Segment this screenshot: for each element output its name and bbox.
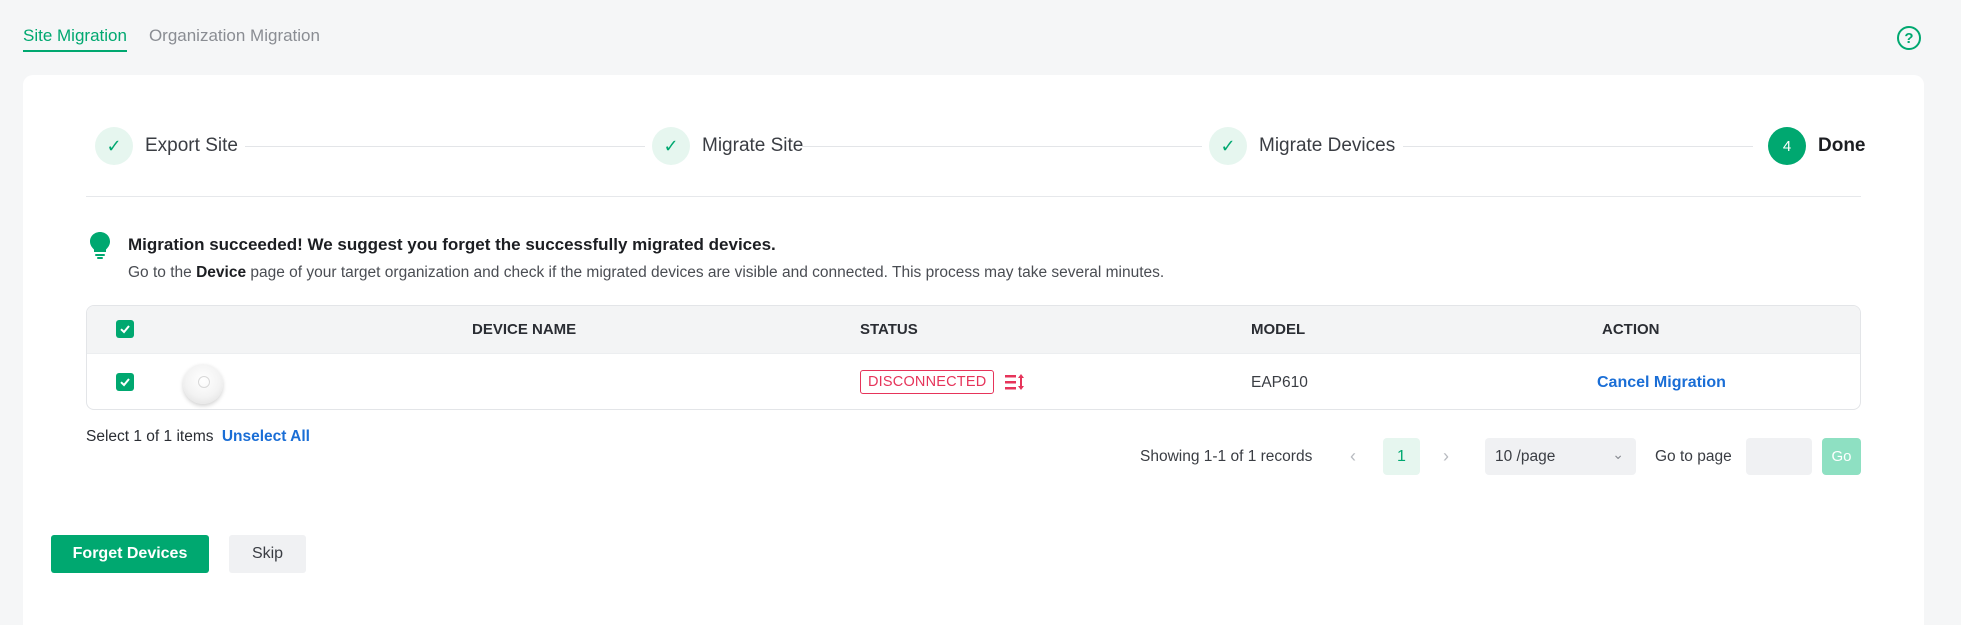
table-row: DISCONNECTED EAP610 Cancel Migration — [87, 353, 1860, 409]
unselect-all-link[interactable]: Unselect All — [222, 428, 310, 445]
device-page-ref: Device — [196, 264, 247, 281]
device-model: EAP610 — [1251, 374, 1308, 391]
chevron-left-icon[interactable]: ‹ — [1350, 446, 1356, 467]
divider — [86, 196, 1861, 197]
page-size-select[interactable]: 10 /page ⌄ — [1485, 438, 1636, 475]
step-label: Migrate Devices — [1259, 135, 1396, 156]
step-label: Done — [1818, 135, 1866, 156]
device-image — [183, 364, 223, 404]
status-badge: DISCONNECTED — [860, 370, 995, 394]
step-label: Migrate Site — [702, 135, 804, 156]
step-number: 4 — [1768, 127, 1806, 165]
chevron-right-icon[interactable]: › — [1443, 446, 1449, 467]
row-checkbox[interactable] — [116, 373, 134, 391]
goto-page-input[interactable] — [1746, 438, 1812, 475]
page-size-value: 10 /page — [1495, 447, 1556, 465]
step-migrate-site: ✓ Migrate Site — [652, 126, 803, 166]
tab-site-migration[interactable]: Site Migration — [23, 26, 127, 52]
step-export-site: ✓ Export Site — [95, 126, 238, 166]
step-connector — [1403, 146, 1753, 147]
devices-table: DEVICE NAME STATUS MODEL ACTION DISCONNE… — [86, 305, 1861, 410]
sort-icon[interactable] — [1004, 372, 1026, 392]
check-icon: ✓ — [652, 127, 690, 165]
migration-tabs: Site Migration Organization Migration — [23, 26, 320, 52]
help-icon[interactable]: ? — [1897, 26, 1921, 50]
column-model: MODEL — [1251, 321, 1306, 338]
cancel-migration-link[interactable]: Cancel Migration — [1597, 374, 1726, 392]
tab-organization-migration[interactable]: Organization Migration — [149, 26, 320, 52]
migration-stepper: ✓ Export Site ✓ Migrate Site ✓ Migrate D… — [95, 126, 1866, 166]
lightbulb-icon — [90, 232, 110, 259]
selection-info: Select 1 of 1 items Unselect All — [86, 428, 310, 446]
select-all-checkbox[interactable] — [116, 320, 134, 338]
step-done: 4 Done — [1768, 126, 1866, 166]
step-connector — [802, 146, 1202, 147]
step-label: Export Site — [145, 135, 238, 156]
column-device-name: DEVICE NAME — [472, 321, 577, 338]
selection-count: Select 1 of 1 items — [86, 428, 214, 445]
page-number[interactable]: 1 — [1383, 438, 1420, 475]
column-status: STATUS — [860, 321, 918, 338]
success-message-subtitle: Go to the Device page of your target org… — [128, 264, 1164, 282]
go-button[interactable]: Go — [1822, 438, 1861, 475]
subtitle-text: page of your target organization and che… — [246, 264, 1165, 281]
check-icon: ✓ — [95, 127, 133, 165]
chevron-down-icon: ⌄ — [1612, 446, 1624, 462]
skip-button[interactable]: Skip — [229, 535, 306, 573]
records-summary: Showing 1-1 of 1 records — [1140, 448, 1313, 465]
column-action: ACTION — [1602, 321, 1660, 338]
table-header: DEVICE NAME STATUS MODEL ACTION — [87, 306, 1860, 353]
step-migrate-devices: ✓ Migrate Devices — [1209, 126, 1395, 166]
step-connector — [245, 146, 645, 147]
success-message-title: Migration succeeded! We suggest you forg… — [128, 235, 776, 254]
subtitle-text: Go to the — [128, 264, 197, 281]
check-icon: ✓ — [1209, 127, 1247, 165]
forget-devices-button[interactable]: Forget Devices — [51, 535, 209, 573]
goto-page-label: Go to page — [1655, 448, 1732, 465]
